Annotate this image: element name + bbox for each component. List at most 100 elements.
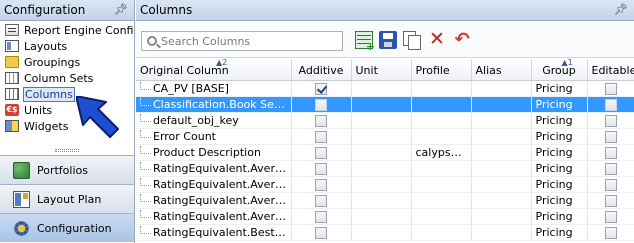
cell-additive: [291, 80, 352, 97]
cell-profile: [411, 96, 472, 113]
search-icon: [147, 36, 157, 46]
table-row[interactable]: Classification.Book Set 1 Pricing: [136, 96, 634, 113]
tree-item-label: Widgets: [24, 119, 69, 133]
delete-icon[interactable]: ✕: [428, 30, 446, 49]
add-column-icon[interactable]: [355, 31, 375, 53]
tree-item-label: Column Sets: [24, 71, 94, 85]
cell-group: Pricing: [531, 224, 588, 241]
tree-connector: [140, 177, 151, 186]
cell-editable: [587, 160, 634, 177]
cell-group-text: Pricing: [535, 97, 573, 111]
additive-checkbox[interactable]: [315, 114, 327, 127]
cell-name-text: Classification.Book Set 1: [153, 97, 289, 111]
tree-item-groupings[interactable]: Groupings: [0, 54, 134, 70]
nav-button-label: Layout Plan: [37, 192, 102, 206]
tree-item-report-engine-configu[interactable]: Report Engine Configu: [0, 22, 134, 38]
pointer-arrow-icon: [76, 96, 119, 138]
copy-icon[interactable]: [403, 31, 421, 50]
cell-name-text: Error Count: [153, 129, 216, 143]
search-columns-input[interactable]: [161, 34, 331, 48]
table-row[interactable]: RatingEquivalent.Best_A... Pricing: [136, 224, 634, 241]
cell-name-text: CA_PV [BASE]: [153, 81, 229, 95]
column-header-label: Editable: [591, 63, 634, 77]
table-row[interactable]: Error Count Pricing: [136, 128, 634, 145]
cell-group: Pricing: [531, 176, 588, 193]
table-row[interactable]: RatingEquivalent.Averag... Pricing: [136, 176, 634, 193]
additive-checkbox[interactable]: [315, 194, 327, 207]
pin-icon[interactable]: 📌︎: [114, 3, 128, 16]
cell-unit: [351, 80, 412, 97]
cell-group: Pricing: [531, 96, 588, 113]
editable-checkbox[interactable]: [604, 194, 617, 207]
cell-profile: [411, 160, 472, 177]
right-panel: Columns 📌︎ ✕ ↶ Original Column▲2 Additive…: [136, 0, 634, 243]
cell-name: default_obj_key: [136, 112, 292, 129]
column-set-icon: [5, 72, 19, 84]
additive-checkbox[interactable]: [315, 178, 327, 191]
additive-checkbox[interactable]: [315, 146, 327, 159]
cell-editable: [587, 112, 634, 129]
pin-icon[interactable]: 📌︎: [614, 3, 628, 16]
column-header-original-column[interactable]: Original Column ▲2: [136, 59, 292, 81]
undo-icon[interactable]: ↶: [453, 31, 471, 49]
column-header-editable[interactable]: Editable: [587, 59, 634, 81]
save-icon[interactable]: [379, 31, 397, 49]
cell-group-text: Pricing: [535, 145, 573, 159]
column-header-label: Alias: [475, 63, 502, 77]
table-row[interactable]: RatingEquivalent.Averag... Pricing: [136, 208, 634, 225]
cell-group: Pricing: [531, 144, 588, 161]
tree-connector: [140, 129, 151, 138]
column-header-label: Profile: [415, 63, 450, 77]
cell-profile: [411, 224, 472, 241]
tree-item-label: Report Engine Configu: [24, 23, 134, 37]
tree-connector: [140, 225, 151, 234]
editable-checkbox[interactable]: [604, 178, 617, 191]
tree-item-label: Layouts: [24, 39, 68, 53]
additive-checkbox[interactable]: [315, 82, 327, 95]
column-header-alias[interactable]: Alias: [471, 59, 532, 81]
nav-button-configuration[interactable]: Configuration: [0, 213, 134, 242]
configuration-icon: [13, 219, 30, 237]
cell-name: RatingEquivalent.Best_A...: [136, 224, 292, 241]
cell-group-text: Pricing: [535, 113, 573, 127]
column-header-unit[interactable]: Unit: [351, 59, 412, 81]
additive-checkbox[interactable]: [315, 162, 327, 175]
nav-button-layout-plan[interactable]: Layout Plan: [0, 184, 134, 213]
table-row[interactable]: RatingEquivalent.Averag... Pricing: [136, 192, 634, 209]
cell-group: Pricing: [531, 80, 588, 97]
tree-item-layouts[interactable]: Layouts: [0, 38, 134, 54]
cell-group-text: Pricing: [535, 193, 573, 207]
cell-editable: [587, 192, 634, 209]
additive-checkbox[interactable]: [315, 226, 327, 239]
editable-checkbox[interactable]: [604, 98, 617, 111]
splitter-grip[interactable]: [55, 149, 79, 152]
additive-checkbox[interactable]: [315, 130, 327, 143]
table-row[interactable]: Product Description calypso_... Pricing: [136, 144, 634, 161]
cell-profile: [411, 112, 472, 129]
additive-checkbox[interactable]: [315, 98, 327, 111]
cell-name-text: default_obj_key: [153, 113, 239, 127]
cell-name: RatingEquivalent.Averag...: [136, 176, 292, 193]
layout-icon: [5, 40, 19, 52]
editable-checkbox[interactable]: [604, 114, 617, 127]
additive-checkbox[interactable]: [315, 210, 327, 223]
report-icon: [5, 24, 19, 36]
cell-unit: [351, 192, 412, 209]
table-row[interactable]: default_obj_key Pricing: [136, 112, 634, 129]
tree-item-column-sets[interactable]: Column Sets: [0, 70, 134, 86]
column-header-profile[interactable]: Profile: [411, 59, 472, 81]
table-row[interactable]: RatingEquivalent.Averag... Pricing: [136, 160, 634, 177]
table-row[interactable]: CA_PV [BASE] Pricing: [136, 80, 634, 97]
editable-checkbox[interactable]: [604, 226, 617, 239]
editable-checkbox[interactable]: [604, 162, 617, 175]
tree-connector: [140, 193, 151, 202]
editable-checkbox[interactable]: [604, 210, 617, 223]
editable-checkbox[interactable]: [604, 82, 617, 95]
column-header-group[interactable]: Group ▲1: [531, 59, 588, 81]
cell-additive: [291, 224, 352, 241]
nav-button-portfolios[interactable]: Portfolios: [0, 155, 134, 184]
editable-checkbox[interactable]: [604, 130, 617, 143]
editable-checkbox[interactable]: [604, 146, 617, 159]
cell-name-text: RatingEquivalent.Averag...: [153, 209, 291, 223]
column-header-additive[interactable]: Additive: [291, 59, 352, 81]
